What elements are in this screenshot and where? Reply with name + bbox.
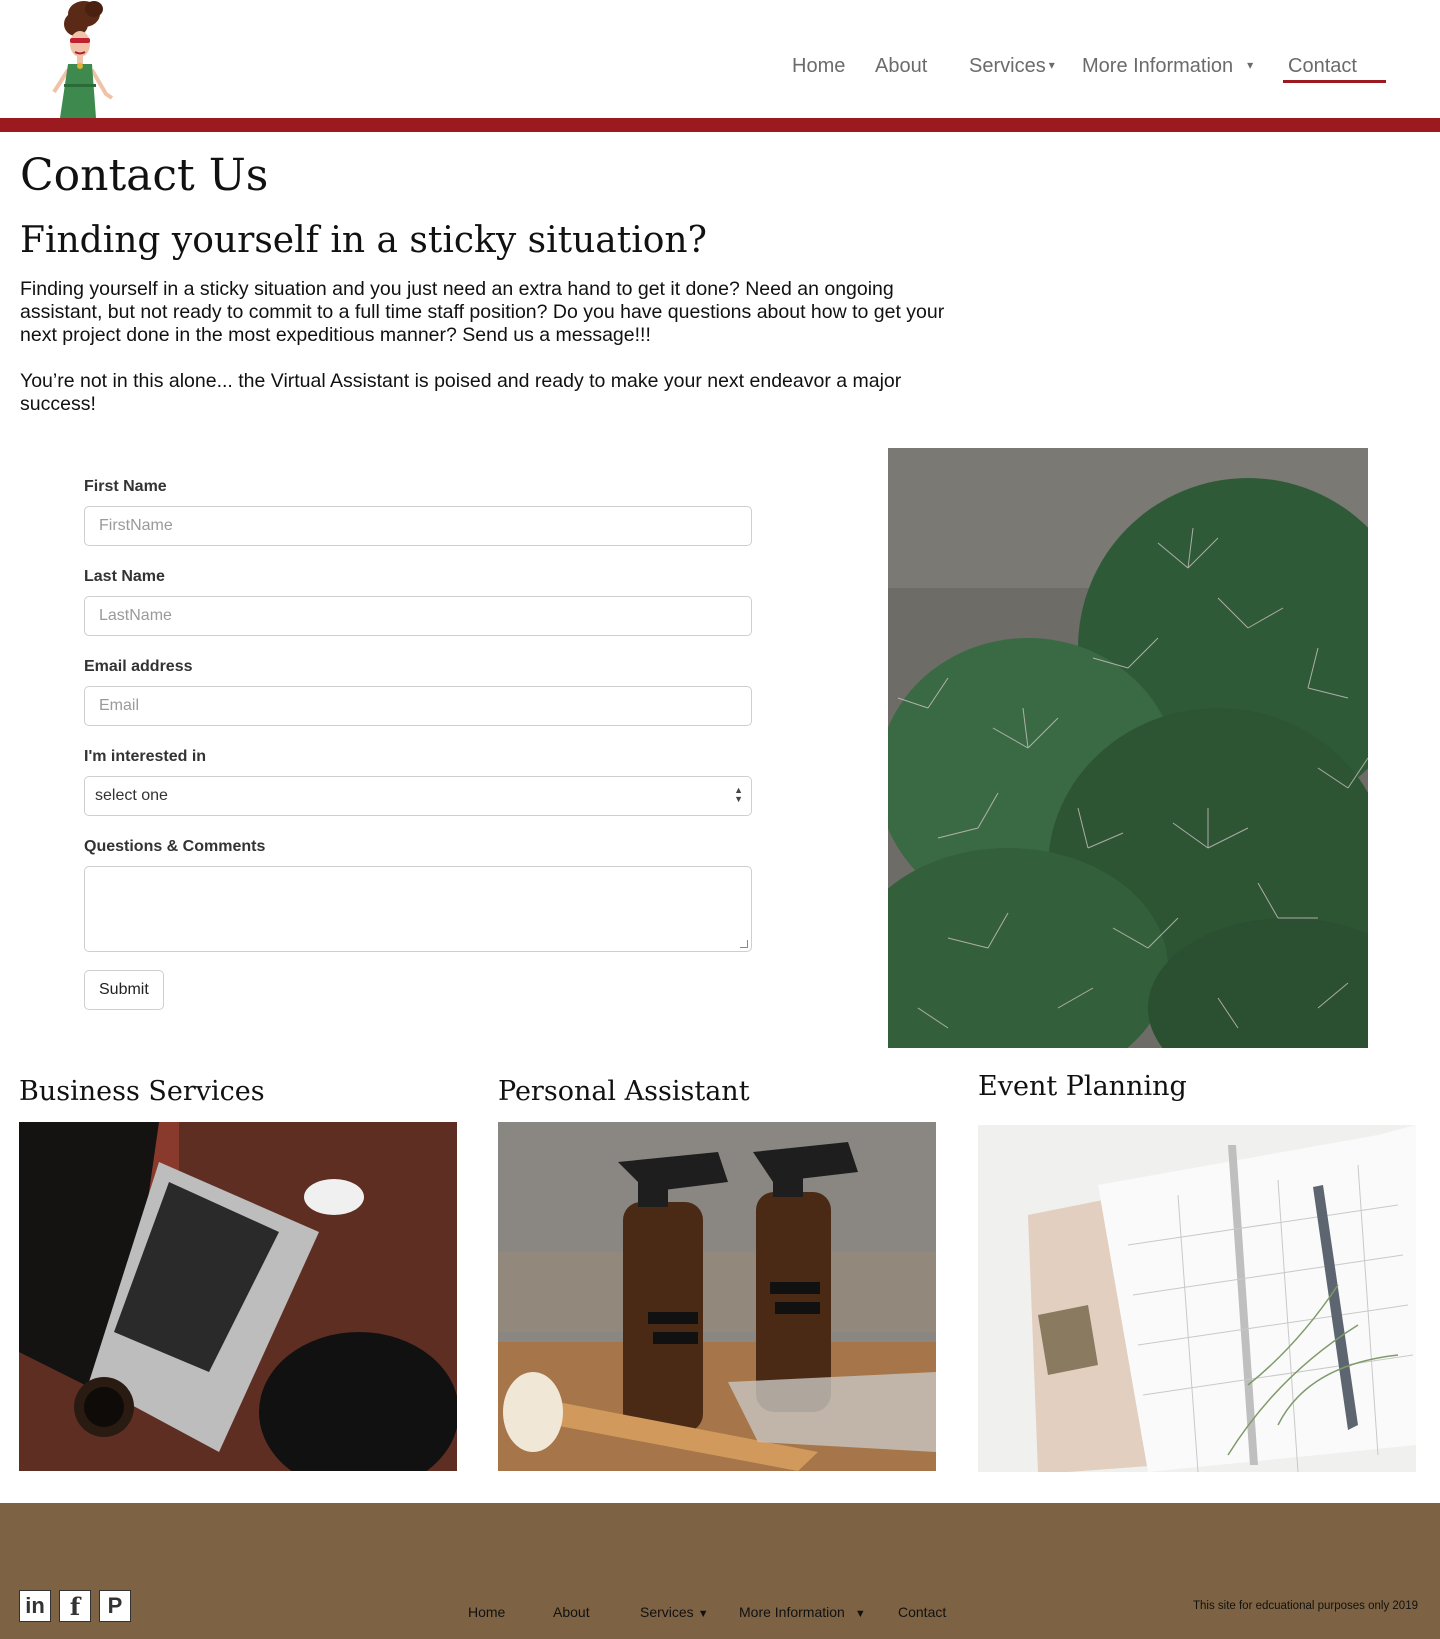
card-title-business-services: Business Services [19,1076,265,1107]
header-divider-bar [0,118,1440,132]
nav-services-label: Services [969,55,1046,77]
email-field[interactable] [84,686,752,726]
active-nav-underline [1283,80,1386,83]
footer-disclaimer: This site for edcuational purposes only … [1192,1600,1418,1612]
footer-nav-more-information[interactable]: More Information ▼ [739,1604,866,1620]
page-title: Contact Us [20,150,269,201]
footer-nav-services-label: Services [640,1604,694,1620]
footer-nav-services[interactable]: Services ▼ [640,1604,709,1620]
submit-button[interactable]: Submit [84,970,164,1010]
resize-grip-icon[interactable] [740,940,748,948]
nav-more-information-label: More Information [1082,55,1234,77]
nav-about[interactable]: About [875,55,927,78]
footer-nav-about[interactable]: About [553,1604,590,1620]
page-subtitle: Finding yourself in a sticky situation? [20,220,707,261]
linkedin-icon[interactable]: in [19,1590,51,1622]
nav-more-information[interactable]: More Information ▾ [1082,55,1253,78]
nav-home[interactable]: Home [792,55,845,78]
chevron-down-icon: ▼ [697,1608,709,1620]
card-image-laptop[interactable] [19,1122,457,1471]
chevron-down-icon: ▼ [854,1608,866,1620]
select-arrows-icon: ▲ ▼ [734,785,743,804]
card-image-spray-bottles[interactable] [498,1122,936,1471]
facebook-icon[interactable]: f [59,1590,91,1622]
intro-paragraph-2: You’re not in this alone... the Virtual … [20,370,902,415]
comments-textarea[interactable] [84,866,752,952]
first-name-label: First Name [84,478,167,495]
intro-paragraph-1: Finding yourself in a sticky situation a… [20,278,945,346]
chevron-down-icon: ▾ [1247,58,1254,72]
intro-text: Finding yourself in a sticky situation a… [20,278,960,416]
interest-label: I'm interested in [84,748,207,765]
interest-select[interactable]: select one ▲ ▼ [84,776,752,816]
chevron-down-icon: ▾ [1048,58,1055,72]
contact-form: First Name Last Name Email address I'm i… [84,478,754,1010]
footer-nav-contact[interactable]: Contact [898,1604,946,1620]
comments-label: Questions & Comments [84,838,266,855]
email-label: Email address [84,658,193,675]
last-name-label: Last Name [84,568,165,585]
site-header: Home About Services ▾ More Information ▾ C… [0,0,1440,118]
nav-services[interactable]: Services ▾ [969,55,1055,78]
interest-selected-value: select one [95,787,168,804]
footer-nav-more-information-label: More Information [739,1604,845,1620]
card-image-planner[interactable] [978,1124,1416,1473]
footer-nav-home[interactable]: Home [468,1604,505,1620]
card-title-personal-assistant: Personal Assistant [498,1076,750,1107]
nav-contact[interactable]: Contact [1288,55,1357,78]
pinterest-icon[interactable]: P [99,1590,131,1622]
main-nav: Home About Services ▾ More Information ▾ C… [0,55,1440,85]
card-title-event-planning: Event Planning [978,1071,1187,1102]
cactus-image [888,448,1368,1048]
last-name-field[interactable] [84,596,752,636]
site-footer [0,1503,1440,1639]
first-name-field[interactable] [84,506,752,546]
